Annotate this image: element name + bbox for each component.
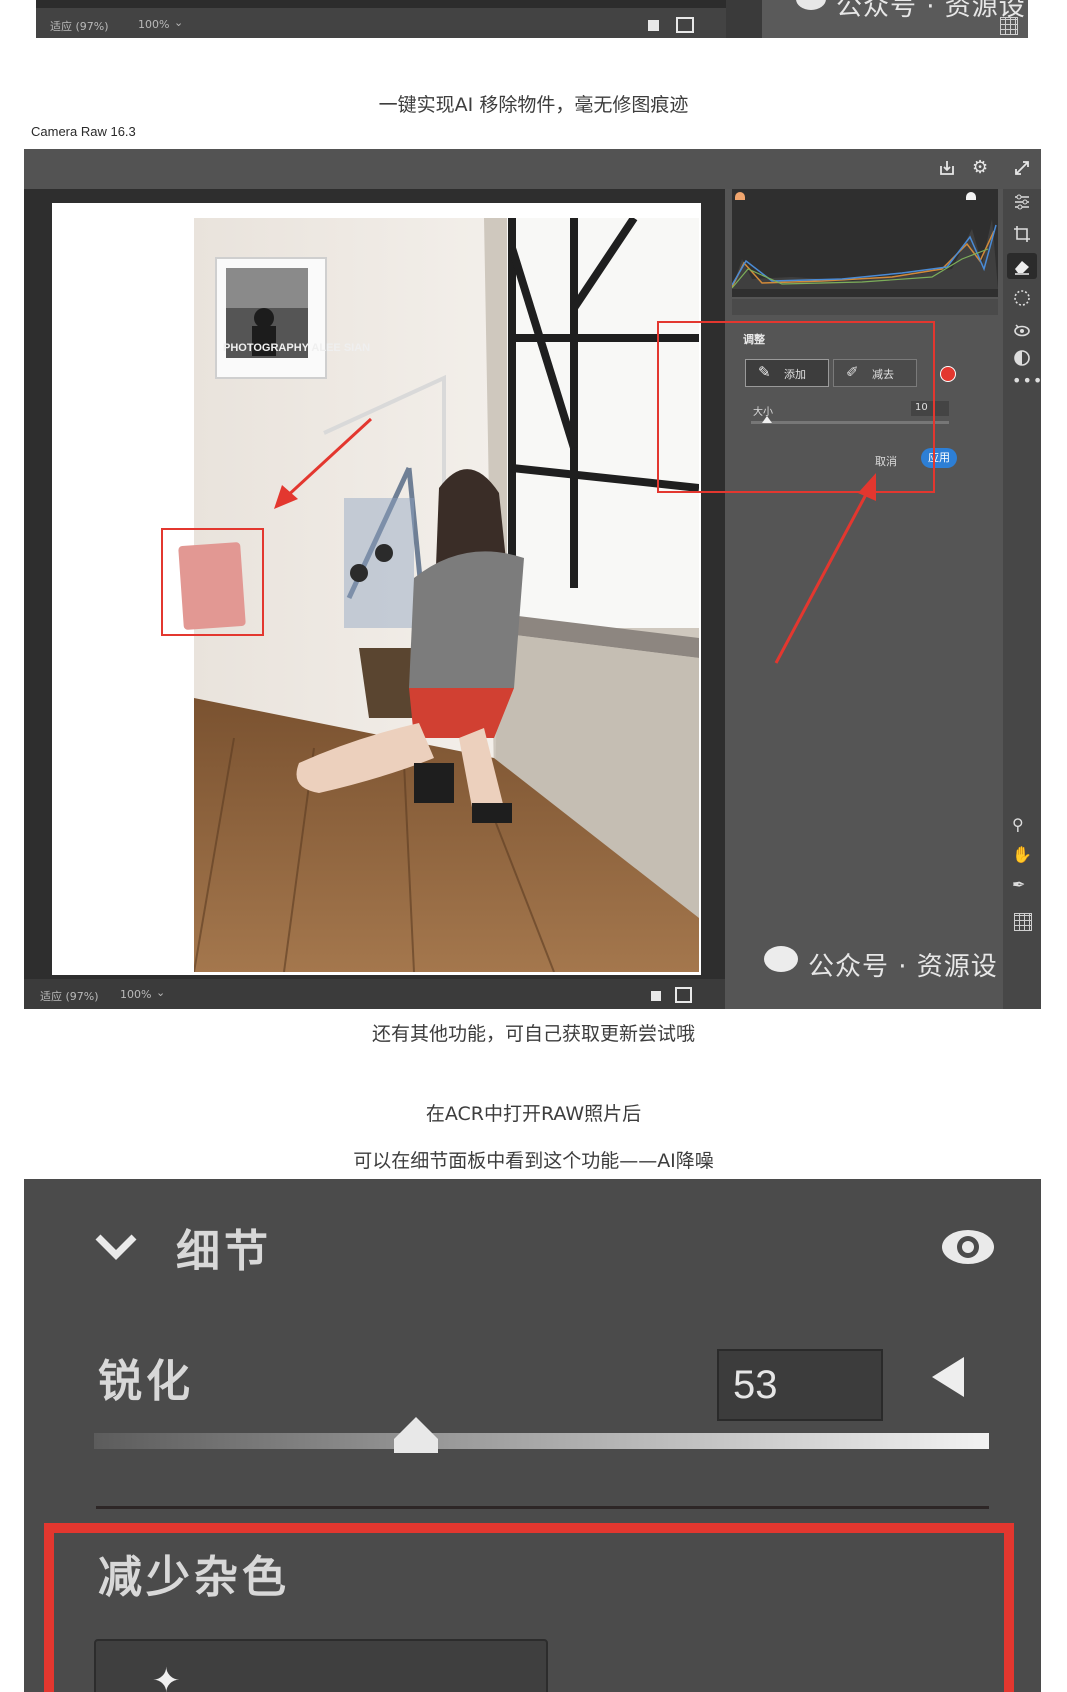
- histogram: [731, 189, 998, 297]
- chevron-down-icon[interactable]: ⌄: [174, 16, 183, 29]
- camera-raw-window: ⚙ PHOTOGRAPHY ALEE SIAN 调整 ✎ 添加 ✐ 减去 大小 …: [24, 149, 1043, 1009]
- edit-sliders-icon[interactable]: [1013, 193, 1031, 211]
- wechat-icon: [764, 946, 798, 972]
- masking-icon[interactable]: [1013, 289, 1031, 307]
- eraser-icon[interactable]: [1013, 257, 1031, 275]
- previous-screenshot-strip: 适应 (97%) 100% ⌄ 公众号 · 资源设: [36, 0, 1028, 38]
- arrow-to-object: [274, 417, 373, 509]
- fullscreen-icon[interactable]: [1013, 159, 1031, 177]
- arrow-to-panel: [774, 473, 876, 664]
- presets-icon[interactable]: [1013, 349, 1031, 367]
- fit-zoom-label[interactable]: 适应 (97%): [50, 18, 109, 34]
- highlight-clipping-icon[interactable]: [966, 192, 976, 200]
- triangle-left-icon[interactable]: [928, 1355, 966, 1399]
- save-icon[interactable]: [939, 160, 955, 176]
- ai-denoise-button[interactable]: ✦: [94, 1639, 548, 1692]
- overlay-color-swatch[interactable]: [940, 366, 956, 382]
- zoom-icon[interactable]: ⚲: [1012, 815, 1024, 834]
- caption-detail-panel: 可以在细节面板中看到这个功能——AI降噪: [353, 1150, 714, 1172]
- camera-raw-title: Camera Raw 16.3: [31, 124, 136, 139]
- more-icon[interactable]: •••: [1012, 371, 1043, 390]
- gear-icon[interactable]: ⚙: [972, 159, 988, 177]
- bottom-footer: 适应 (97%) 100% ⌄: [24, 979, 725, 1009]
- sparkle-icon: ✦: [152, 1661, 181, 1692]
- caption-remove-object: 一键实现AI 移除物件，毫无修图痕迹: [378, 94, 689, 116]
- grid-icon[interactable]: [1000, 17, 1018, 35]
- fit-zoom-label[interactable]: 适应 (97%): [40, 988, 99, 1004]
- hand-icon[interactable]: ✋: [1012, 845, 1032, 864]
- single-view-icon[interactable]: [648, 20, 659, 31]
- noise-reduction-label: 减少杂色: [98, 1552, 290, 1603]
- compare-view-icon[interactable]: [675, 987, 692, 1003]
- red-eye-icon[interactable]: [1013, 321, 1031, 339]
- divider: [96, 1506, 989, 1509]
- shadow-clipping-icon[interactable]: [735, 192, 745, 200]
- sharpen-slider-track[interactable]: [94, 1417, 989, 1453]
- sharpen-label: 锐化: [98, 1356, 194, 1407]
- tool-strip: ••• ⚲ ✋ ✒: [1003, 189, 1043, 1009]
- zoom-100-label[interactable]: 100%: [120, 988, 151, 1001]
- eye-icon[interactable]: [939, 1227, 997, 1267]
- sharpen-value-field[interactable]: 53: [717, 1349, 883, 1421]
- sharpen-slider-thumb[interactable]: [392, 1415, 440, 1455]
- watermark-text: 公众号 · 资源设: [836, 0, 1026, 22]
- caption-more-features: 还有其他功能，可自己获取更新尝试哦: [371, 1023, 695, 1045]
- single-view-icon[interactable]: [651, 991, 661, 1001]
- wechat-icon: [796, 0, 826, 10]
- compare-view-icon[interactable]: [676, 17, 694, 33]
- watermark-text: 公众号 · 资源设: [808, 952, 998, 982]
- grid-icon[interactable]: [1014, 913, 1032, 931]
- eyedropper-icon[interactable]: ✒: [1012, 875, 1025, 894]
- photo: PHOTOGRAPHY ALEE SIAN: [194, 218, 699, 972]
- image-canvas-area: PHOTOGRAPHY ALEE SIAN: [24, 189, 725, 979]
- detail-panel: 细节 锐化 53 减少杂色 ✦: [24, 1179, 1041, 1692]
- caption-open-raw: 在ACR中打开RAW照片后: [425, 1103, 642, 1125]
- crop-icon[interactable]: [1013, 225, 1031, 243]
- chevron-down-icon[interactable]: [94, 1229, 138, 1263]
- poster-text: PHOTOGRAPHY ALEE SIAN: [223, 342, 370, 354]
- section-title[interactable]: 细节: [176, 1215, 272, 1279]
- zoom-100-label[interactable]: 100%: [138, 18, 169, 31]
- image-canvas[interactable]: PHOTOGRAPHY ALEE SIAN: [52, 203, 701, 975]
- top-toolbar: ⚙: [24, 149, 1041, 189]
- chevron-down-icon[interactable]: ⌄: [156, 986, 165, 999]
- highlight-box-object: [161, 528, 264, 636]
